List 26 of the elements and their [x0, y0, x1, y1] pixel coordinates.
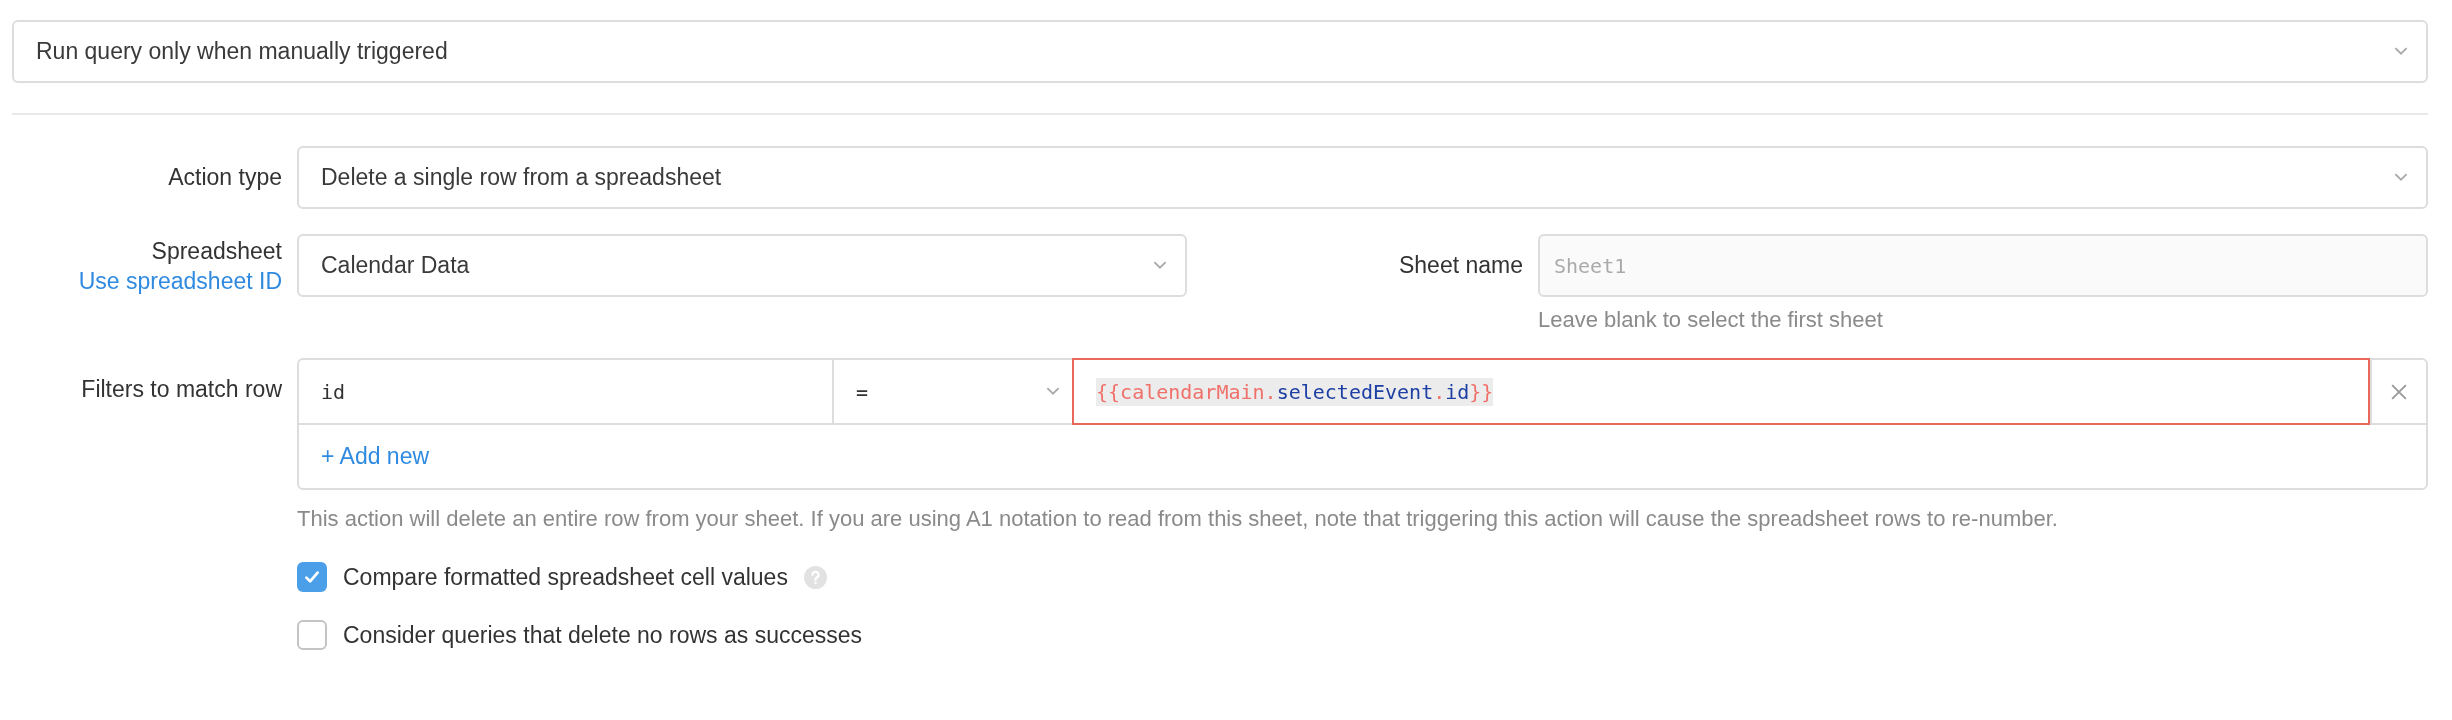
field-label: Filters to match row	[80, 375, 282, 404]
chevron-down-icon	[2394, 173, 2408, 182]
field-label: Spreadsheet	[151, 237, 282, 266]
chevron-down-icon	[1046, 387, 1060, 396]
checkbox[interactable]	[297, 562, 327, 592]
help-text: This action will delete an entire row from your sheet. If you are using A1 notation to read from this sheet, note that triggering this action will cause the spreadsheet rows to re-number.	[297, 506, 2059, 532]
hint-text: Leave blank to select the first sheet	[1538, 307, 1884, 333]
column-field[interactable]: id	[299, 360, 832, 423]
action-type-select[interactable]: Delete a single row from a spreadsheet	[297, 146, 2428, 209]
operator-select[interactable]: =	[832, 360, 1072, 423]
value-field[interactable]: {{calendarMain.selectedEvent.id}}	[1072, 358, 2370, 425]
trigger-select[interactable]: Run query only when manually triggered	[12, 20, 2428, 83]
code-expression: {{calendarMain.selectedEvent.id}}	[1096, 377, 1494, 406]
add-new-link[interactable]: + Add new	[321, 443, 430, 470]
close-icon	[2391, 383, 2407, 400]
chevron-down-icon	[1153, 261, 1167, 270]
checkbox-label: Compare formatted spreadsheet cell values	[343, 563, 788, 591]
field-label: Action type	[167, 163, 282, 192]
checkbox[interactable]	[297, 620, 327, 650]
spreadsheet-select[interactable]: Calendar Data	[297, 234, 1187, 297]
checkbox-label: Consider queries that delete no rows as successes	[343, 621, 863, 649]
sheet-name-field[interactable]: Sheet1	[1538, 234, 2428, 297]
help-icon[interactable]	[803, 565, 827, 589]
field-label: Sheet name	[1397, 251, 1523, 280]
chevron-down-icon	[2394, 47, 2408, 56]
use-spreadsheet-id-link[interactable]: Use spreadsheet ID	[78, 266, 282, 296]
